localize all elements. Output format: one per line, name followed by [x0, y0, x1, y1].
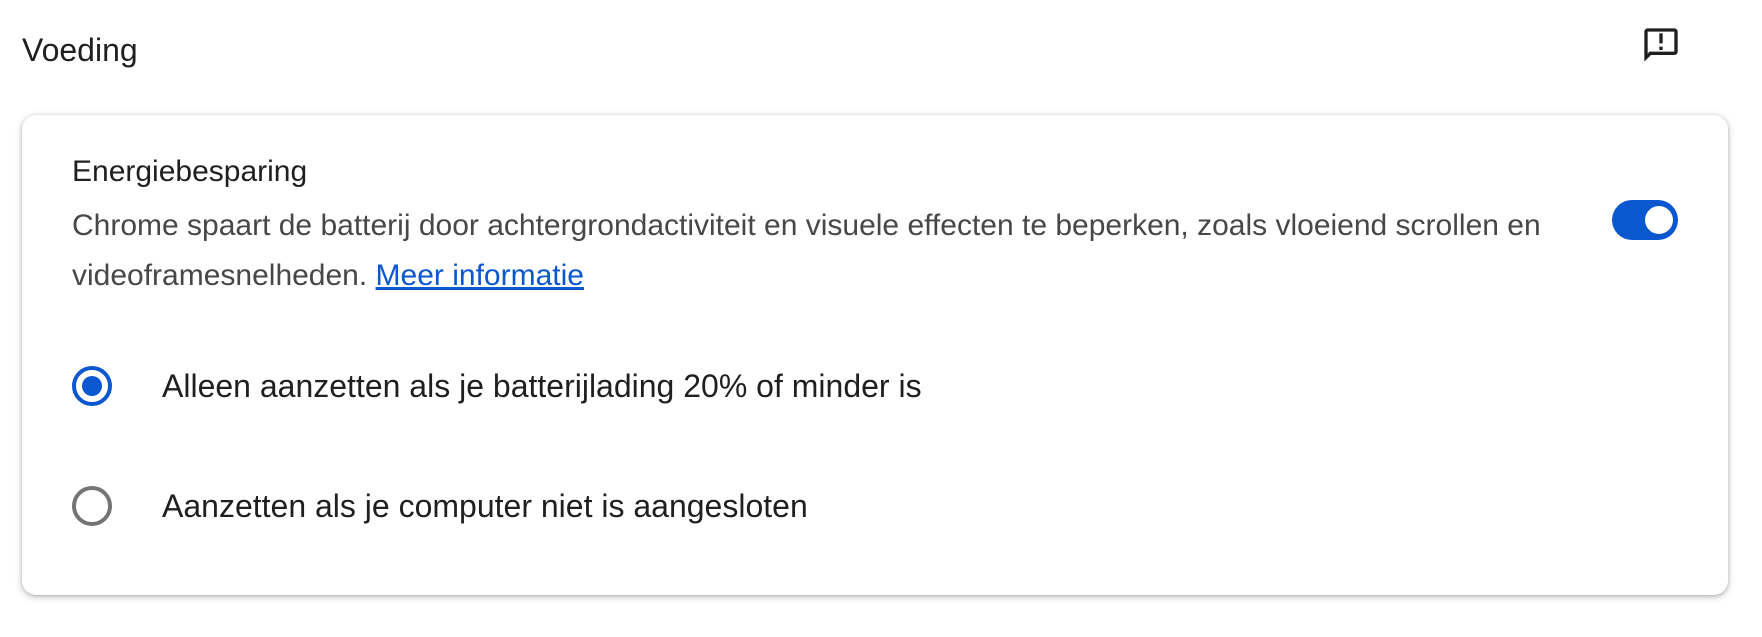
- radio-button-checked[interactable]: [72, 366, 112, 406]
- radio-option-label: Aanzetten als je computer niet is aanges…: [162, 488, 808, 524]
- section-title: Voeding: [22, 32, 138, 68]
- toggle-knob: [1645, 206, 1673, 234]
- energy-saver-card: Energiebesparing Chrome spaart de batter…: [22, 115, 1728, 595]
- feedback-button[interactable]: [1638, 22, 1684, 68]
- radio-option-label: Alleen aanzetten als je batterijlading 2…: [162, 368, 922, 404]
- radio-option-unplugged[interactable]: Aanzetten als je computer niet is aanges…: [72, 476, 1672, 536]
- feedback-icon: [1644, 28, 1678, 62]
- energy-saver-label: Energiebesparing: [72, 155, 308, 188]
- radio-button-unchecked[interactable]: [72, 486, 112, 526]
- energy-saver-description: Chrome spaart de batterij door achtergro…: [72, 201, 1572, 301]
- energy-saver-description-text: Chrome spaart de batterij door achtergro…: [72, 209, 1541, 292]
- settings-page: Voeding Energiebesparing Chrome spaart d…: [0, 0, 1762, 637]
- learn-more-link[interactable]: Meer informatie: [376, 259, 584, 292]
- radio-option-low-battery[interactable]: Alleen aanzetten als je batterijlading 2…: [72, 356, 1672, 416]
- section-header: Voeding: [0, 0, 1762, 100]
- energy-saver-toggle[interactable]: [1612, 200, 1678, 240]
